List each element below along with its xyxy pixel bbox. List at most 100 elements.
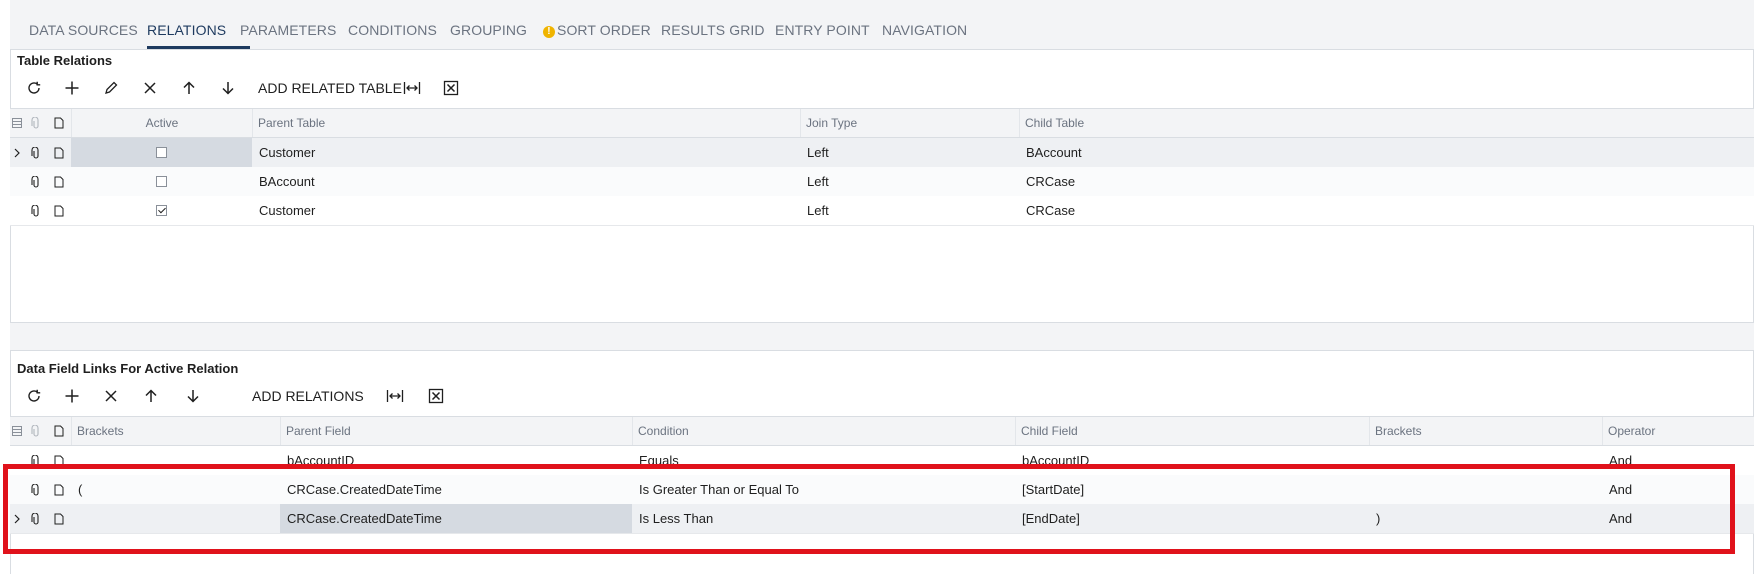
table-row[interactable]: CRCase.CreatedDateTime Is Less Than [End… [10, 504, 1754, 534]
child-table-cell[interactable]: CRCase [1019, 196, 1754, 225]
add-related-table-button[interactable]: ADD RELATED TABLE [258, 76, 402, 100]
tab-bar: DATA SOURCES RELATIONS PARAMETERS CONDIT… [10, 0, 1754, 50]
parent-table-cell[interactable]: Customer [252, 196, 800, 225]
refresh-button[interactable] [22, 384, 46, 408]
arrow-down-icon [187, 390, 199, 403]
condition-cell[interactable]: Is Less Than [632, 504, 1015, 533]
tab-parameters[interactable]: PARAMETERS [240, 0, 336, 49]
operator-cell[interactable]: And [1602, 504, 1754, 533]
page: DATA SOURCES RELATIONS PARAMETERS CONDIT… [10, 0, 1754, 574]
col-parent-field-header[interactable]: Parent Field [280, 417, 632, 445]
fit-columns-icon [403, 82, 421, 94]
close-bracket-cell[interactable]: ) [1369, 504, 1602, 533]
tab-results-grid[interactable]: RESULTS GRID [661, 0, 765, 49]
operator-cell[interactable]: And [1602, 446, 1754, 475]
delete-row-button[interactable] [138, 76, 162, 100]
tab-sort-order[interactable]: ! SORT ORDER [543, 0, 651, 49]
col-join-type-header[interactable]: Join Type [800, 109, 1019, 137]
tab-data-sources[interactable]: DATA SOURCES [29, 0, 138, 49]
condition-cell[interactable]: Is Greater Than or Equal To [632, 475, 1015, 504]
note-icon[interactable] [47, 138, 71, 167]
join-type-cell[interactable]: Left [800, 167, 1019, 196]
attachment-icon[interactable] [25, 446, 47, 475]
col-operator-header[interactable]: Operator [1602, 417, 1754, 445]
child-field-cell[interactable]: bAccountID [1015, 446, 1369, 475]
col-child-field-header[interactable]: Child Field [1015, 417, 1369, 445]
join-type-cell[interactable]: Left [800, 138, 1019, 167]
table-row[interactable]: BAccount Left CRCase [10, 167, 1754, 197]
active-checkbox[interactable] [156, 176, 167, 187]
close-icon [144, 82, 156, 94]
tab-conditions[interactable]: CONDITIONS [348, 0, 437, 49]
active-checkbox-cell[interactable] [71, 138, 252, 167]
move-down-button[interactable] [181, 384, 205, 408]
close-bracket-cell[interactable] [1369, 475, 1602, 504]
tab-grouping[interactable]: GROUPING [450, 0, 527, 49]
attachment-icon[interactable] [25, 504, 47, 533]
attachment-icon[interactable] [25, 475, 47, 504]
attachment-icon[interactable] [25, 196, 47, 225]
note-icon[interactable] [47, 167, 71, 196]
note-header-icon [47, 417, 71, 445]
active-checkbox-cell[interactable] [71, 196, 252, 225]
active-checkbox[interactable] [156, 205, 167, 216]
parent-table-cell[interactable]: BAccount [252, 167, 800, 196]
edit-row-button[interactable] [99, 76, 123, 100]
arrow-up-icon [145, 389, 157, 402]
fit-columns-button[interactable] [383, 384, 407, 408]
move-up-button[interactable] [177, 76, 201, 100]
col-close-brackets-header[interactable]: Brackets [1369, 417, 1602, 445]
condition-cell[interactable]: Equals [632, 446, 1015, 475]
col-child-table-header[interactable]: Child Table [1019, 109, 1754, 137]
col-active-header[interactable]: Active [71, 109, 252, 137]
row-selector-header-icon[interactable] [10, 417, 24, 445]
attachment-icon[interactable] [25, 138, 47, 167]
export-excel-button[interactable] [439, 76, 463, 100]
splitter[interactable] [10, 322, 1754, 351]
child-table-cell[interactable]: CRCase [1019, 167, 1754, 196]
close-bracket-cell[interactable] [1369, 446, 1602, 475]
note-icon[interactable] [47, 446, 71, 475]
fit-columns-button[interactable] [400, 76, 424, 100]
child-table-cell[interactable]: BAccount [1019, 138, 1754, 167]
table-row[interactable]: Customer Left BAccount [10, 138, 1754, 168]
parent-table-cell[interactable]: Customer [252, 138, 800, 167]
move-down-button[interactable] [216, 76, 240, 100]
tab-sort-order-label: SORT ORDER [557, 22, 651, 38]
operator-cell[interactable]: And [1602, 475, 1754, 504]
attachment-icon[interactable] [25, 167, 47, 196]
join-type-cell[interactable]: Left [800, 196, 1019, 225]
child-field-cell[interactable]: [StartDate] [1015, 475, 1369, 504]
export-excel-button[interactable] [424, 384, 448, 408]
parent-field-cell[interactable]: CRCase.CreatedDateTime [280, 475, 632, 504]
col-open-brackets-header[interactable]: Brackets [71, 417, 280, 445]
note-icon[interactable] [47, 504, 71, 533]
add-row-button[interactable] [60, 76, 84, 100]
move-up-button[interactable] [139, 384, 163, 408]
tab-entry-point[interactable]: ENTRY POINT [775, 0, 870, 49]
add-row-button[interactable] [60, 384, 84, 408]
excel-export-icon [443, 80, 459, 96]
note-icon[interactable] [47, 196, 71, 225]
active-checkbox-cell[interactable] [71, 167, 252, 196]
table-row[interactable]: bAccountID Equals bAccountID And [10, 446, 1754, 476]
open-bracket-cell[interactable] [71, 504, 280, 533]
tab-navigation[interactable]: NAVIGATION [882, 0, 967, 49]
add-relations-button[interactable]: ADD RELATIONS [252, 384, 364, 408]
refresh-button[interactable] [22, 76, 46, 100]
col-condition-header[interactable]: Condition [632, 417, 1015, 445]
open-bracket-cell[interactable] [71, 446, 280, 475]
delete-row-button[interactable] [99, 384, 123, 408]
parent-field-cell[interactable]: bAccountID [280, 446, 632, 475]
table-row[interactable]: Customer Left CRCase [10, 196, 1754, 226]
col-parent-table-header[interactable]: Parent Table [252, 109, 800, 137]
tab-relations[interactable]: RELATIONS [147, 0, 226, 49]
active-checkbox[interactable] [156, 147, 167, 158]
open-bracket-cell[interactable]: ( [71, 475, 280, 504]
row-selector-header-icon[interactable] [10, 109, 24, 137]
table-relations-title: Table Relations [17, 53, 113, 68]
table-row[interactable]: ( CRCase.CreatedDateTime Is Greater Than… [10, 475, 1754, 505]
note-icon[interactable] [47, 475, 71, 504]
parent-field-cell[interactable]: CRCase.CreatedDateTime [280, 504, 632, 533]
child-field-cell[interactable]: [EndDate] [1015, 504, 1369, 533]
